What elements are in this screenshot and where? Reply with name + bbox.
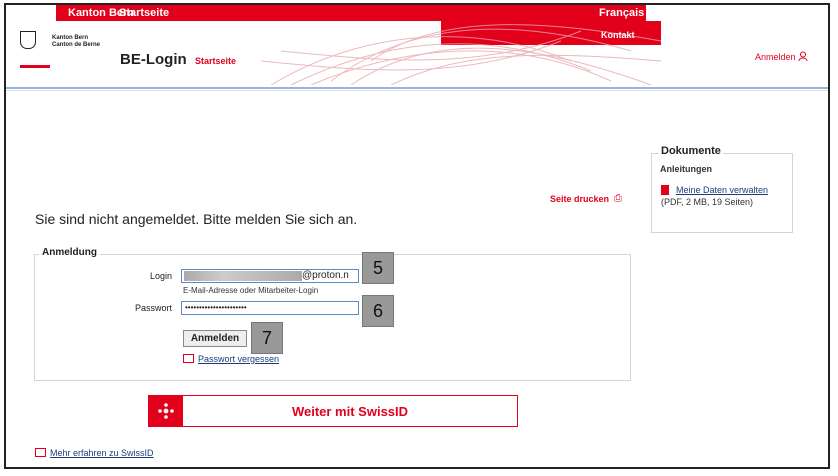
header-divider	[6, 87, 828, 89]
documents-subtitle: Anleitungen	[660, 164, 712, 174]
login-submit-button[interactable]: Anmelden	[183, 330, 247, 347]
swissid-button-label: Weiter mit SwissID	[291, 404, 409, 419]
canton-name-fr: Canton de Berne	[52, 42, 101, 48]
swirl-graphic	[260, 24, 661, 85]
swissid-button[interactable]: Weiter mit SwissID	[148, 395, 518, 427]
canton-crest-icon	[20, 31, 36, 49]
user-icon	[798, 51, 808, 62]
login-value: @proton.n	[302, 270, 349, 281]
swissid-dots-icon	[158, 403, 174, 419]
documents-item: Meine Daten verwalten (PDF, 2 MB, 19 Sei…	[661, 184, 791, 208]
page-headline: Sie sind nicht angemeldet. Bitte melden …	[35, 211, 358, 227]
documents-title: Dokumente	[659, 145, 723, 157]
canton-name-de: Kanton Bern	[52, 35, 88, 41]
swissid-more-label: Mehr erfahren zu SwissID	[50, 448, 154, 458]
forgot-password-link[interactable]: Passwort vergessen	[183, 353, 279, 364]
login-label: Login	[149, 271, 172, 281]
browser-frame: Kanton Bern Startseite Français Kanton B…	[4, 3, 830, 469]
login-legend: Anmeldung	[39, 247, 100, 258]
app-title: BE-Login	[120, 51, 187, 68]
home-link[interactable]: Startseite	[119, 7, 169, 19]
password-input[interactable]: ••••••••••••••••••••••	[181, 301, 359, 315]
top-bar: Kanton Bern Startseite Français	[6, 5, 828, 21]
badge-submit: 7	[251, 322, 283, 354]
header-decoration	[211, 21, 661, 85]
app-home-link[interactable]: Startseite	[195, 56, 236, 66]
login-top-link[interactable]: Anmelden	[755, 51, 808, 62]
logo-underline	[20, 65, 50, 68]
forgot-password-label: Passwort vergessen	[198, 354, 280, 364]
badge-login: 5	[362, 252, 394, 284]
printer-icon[interactable]: ⎙	[614, 193, 622, 204]
documents-item-meta: (PDF, 2 MB, 19 Seiten)	[661, 197, 754, 207]
arrow-right-icon	[183, 354, 194, 363]
swissid-more-link[interactable]: Mehr erfahren zu SwissID	[35, 447, 154, 458]
arrow-right-icon	[35, 448, 46, 457]
login-top-label: Anmelden	[754, 52, 796, 62]
swissid-logo-icon	[149, 396, 183, 426]
language-link[interactable]: Français	[599, 7, 644, 19]
password-label: Passwort	[134, 303, 172, 313]
header: Kanton Bern Canton de Berne BE-Login Sta…	[6, 21, 828, 85]
badge-password: 6	[362, 295, 394, 327]
print-link[interactable]: Seite drucken	[550, 194, 609, 204]
contact-link[interactable]: Kontakt	[601, 30, 635, 40]
manage-data-link[interactable]: Meine Daten verwalten	[676, 185, 768, 195]
login-hint: E-Mail-Adresse oder Mitarbeiter-Login	[183, 286, 319, 295]
canton-name: Kanton Bern Canton de Berne	[52, 35, 100, 49]
login-value-redacted	[184, 271, 302, 281]
header-divider-light	[6, 90, 828, 91]
